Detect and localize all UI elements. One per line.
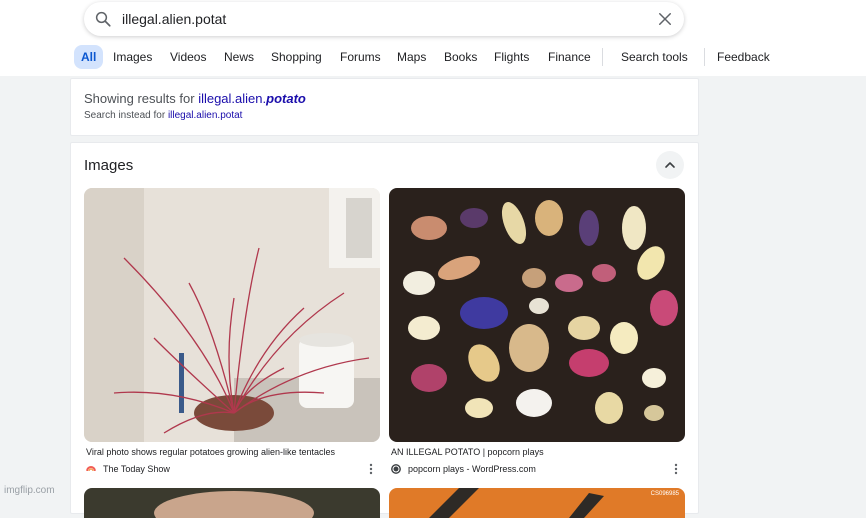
image-result-title[interactable]: Viral photo shows regular potatoes growi… <box>86 447 335 457</box>
tab-finance[interactable]: Finance <box>548 45 591 69</box>
tab-divider <box>704 48 705 66</box>
wordpress-icon <box>391 464 401 474</box>
tab-all[interactable]: All <box>74 45 104 69</box>
image-result-title[interactable]: AN ILLEGAL POTATO | popcorn plays <box>391 447 544 457</box>
tab-maps[interactable]: Maps <box>397 45 426 69</box>
tentacle-potato-photo <box>84 188 380 442</box>
feedback-link[interactable]: Feedback <box>717 45 770 69</box>
tab-divider <box>602 48 603 66</box>
tab-shopping[interactable]: Shopping <box>271 45 322 69</box>
chevron-up-icon <box>665 162 675 168</box>
corrected-query-link[interactable]: illegal.alien.potato <box>198 91 306 106</box>
tab-flights[interactable]: Flights <box>494 45 529 69</box>
search-box[interactable]: illegal.alien.potat <box>84 2 684 36</box>
partial-image-caption: CS096985 <box>650 491 679 497</box>
tab-images[interactable]: Images <box>113 45 152 69</box>
image-result-thumbnail[interactable]: CS096985 <box>389 488 685 518</box>
images-section: Images Viral photo shows regular potatoe… <box>70 142 699 518</box>
tab-books[interactable]: Books <box>444 45 477 69</box>
image-result-thumbnail[interactable] <box>84 188 380 442</box>
rainbow-logo-icon <box>86 464 96 474</box>
original-query-link[interactable]: illegal.alien.potat <box>168 110 243 121</box>
partial-image <box>389 488 685 518</box>
partial-image <box>84 488 380 518</box>
images-section-title: Images <box>84 157 134 174</box>
showing-results-text: Showing results for illegal.alien.potato <box>84 91 306 106</box>
tab-videos[interactable]: Videos <box>170 45 206 69</box>
spelling-correction: Showing results for illegal.alien.potato… <box>70 78 699 136</box>
search-icon[interactable] <box>94 10 112 28</box>
image-result-source[interactable]: popcorn plays - WordPress.com <box>408 464 536 474</box>
image-result-source[interactable]: The Today Show <box>103 464 170 474</box>
top-bar: illegal.alien.potat All Images Videos Ne… <box>0 0 866 76</box>
image-result-thumbnail[interactable] <box>389 188 685 442</box>
watermark: imgflip.com <box>4 485 55 496</box>
more-vert-icon[interactable] <box>674 463 678 475</box>
search-tools-button[interactable]: Search tools <box>621 45 688 69</box>
close-icon[interactable] <box>656 10 674 28</box>
search-input[interactable]: illegal.alien.potat <box>122 11 226 27</box>
image-result-thumbnail[interactable] <box>84 488 380 518</box>
more-vert-icon[interactable] <box>369 463 373 475</box>
collapse-button[interactable] <box>656 151 684 179</box>
colorful-potatoes-photo <box>389 188 685 442</box>
search-instead-text: Search instead for illegal.alien.potat <box>84 110 243 121</box>
tab-forums[interactable]: Forums <box>340 45 381 69</box>
tab-news[interactable]: News <box>224 45 254 69</box>
